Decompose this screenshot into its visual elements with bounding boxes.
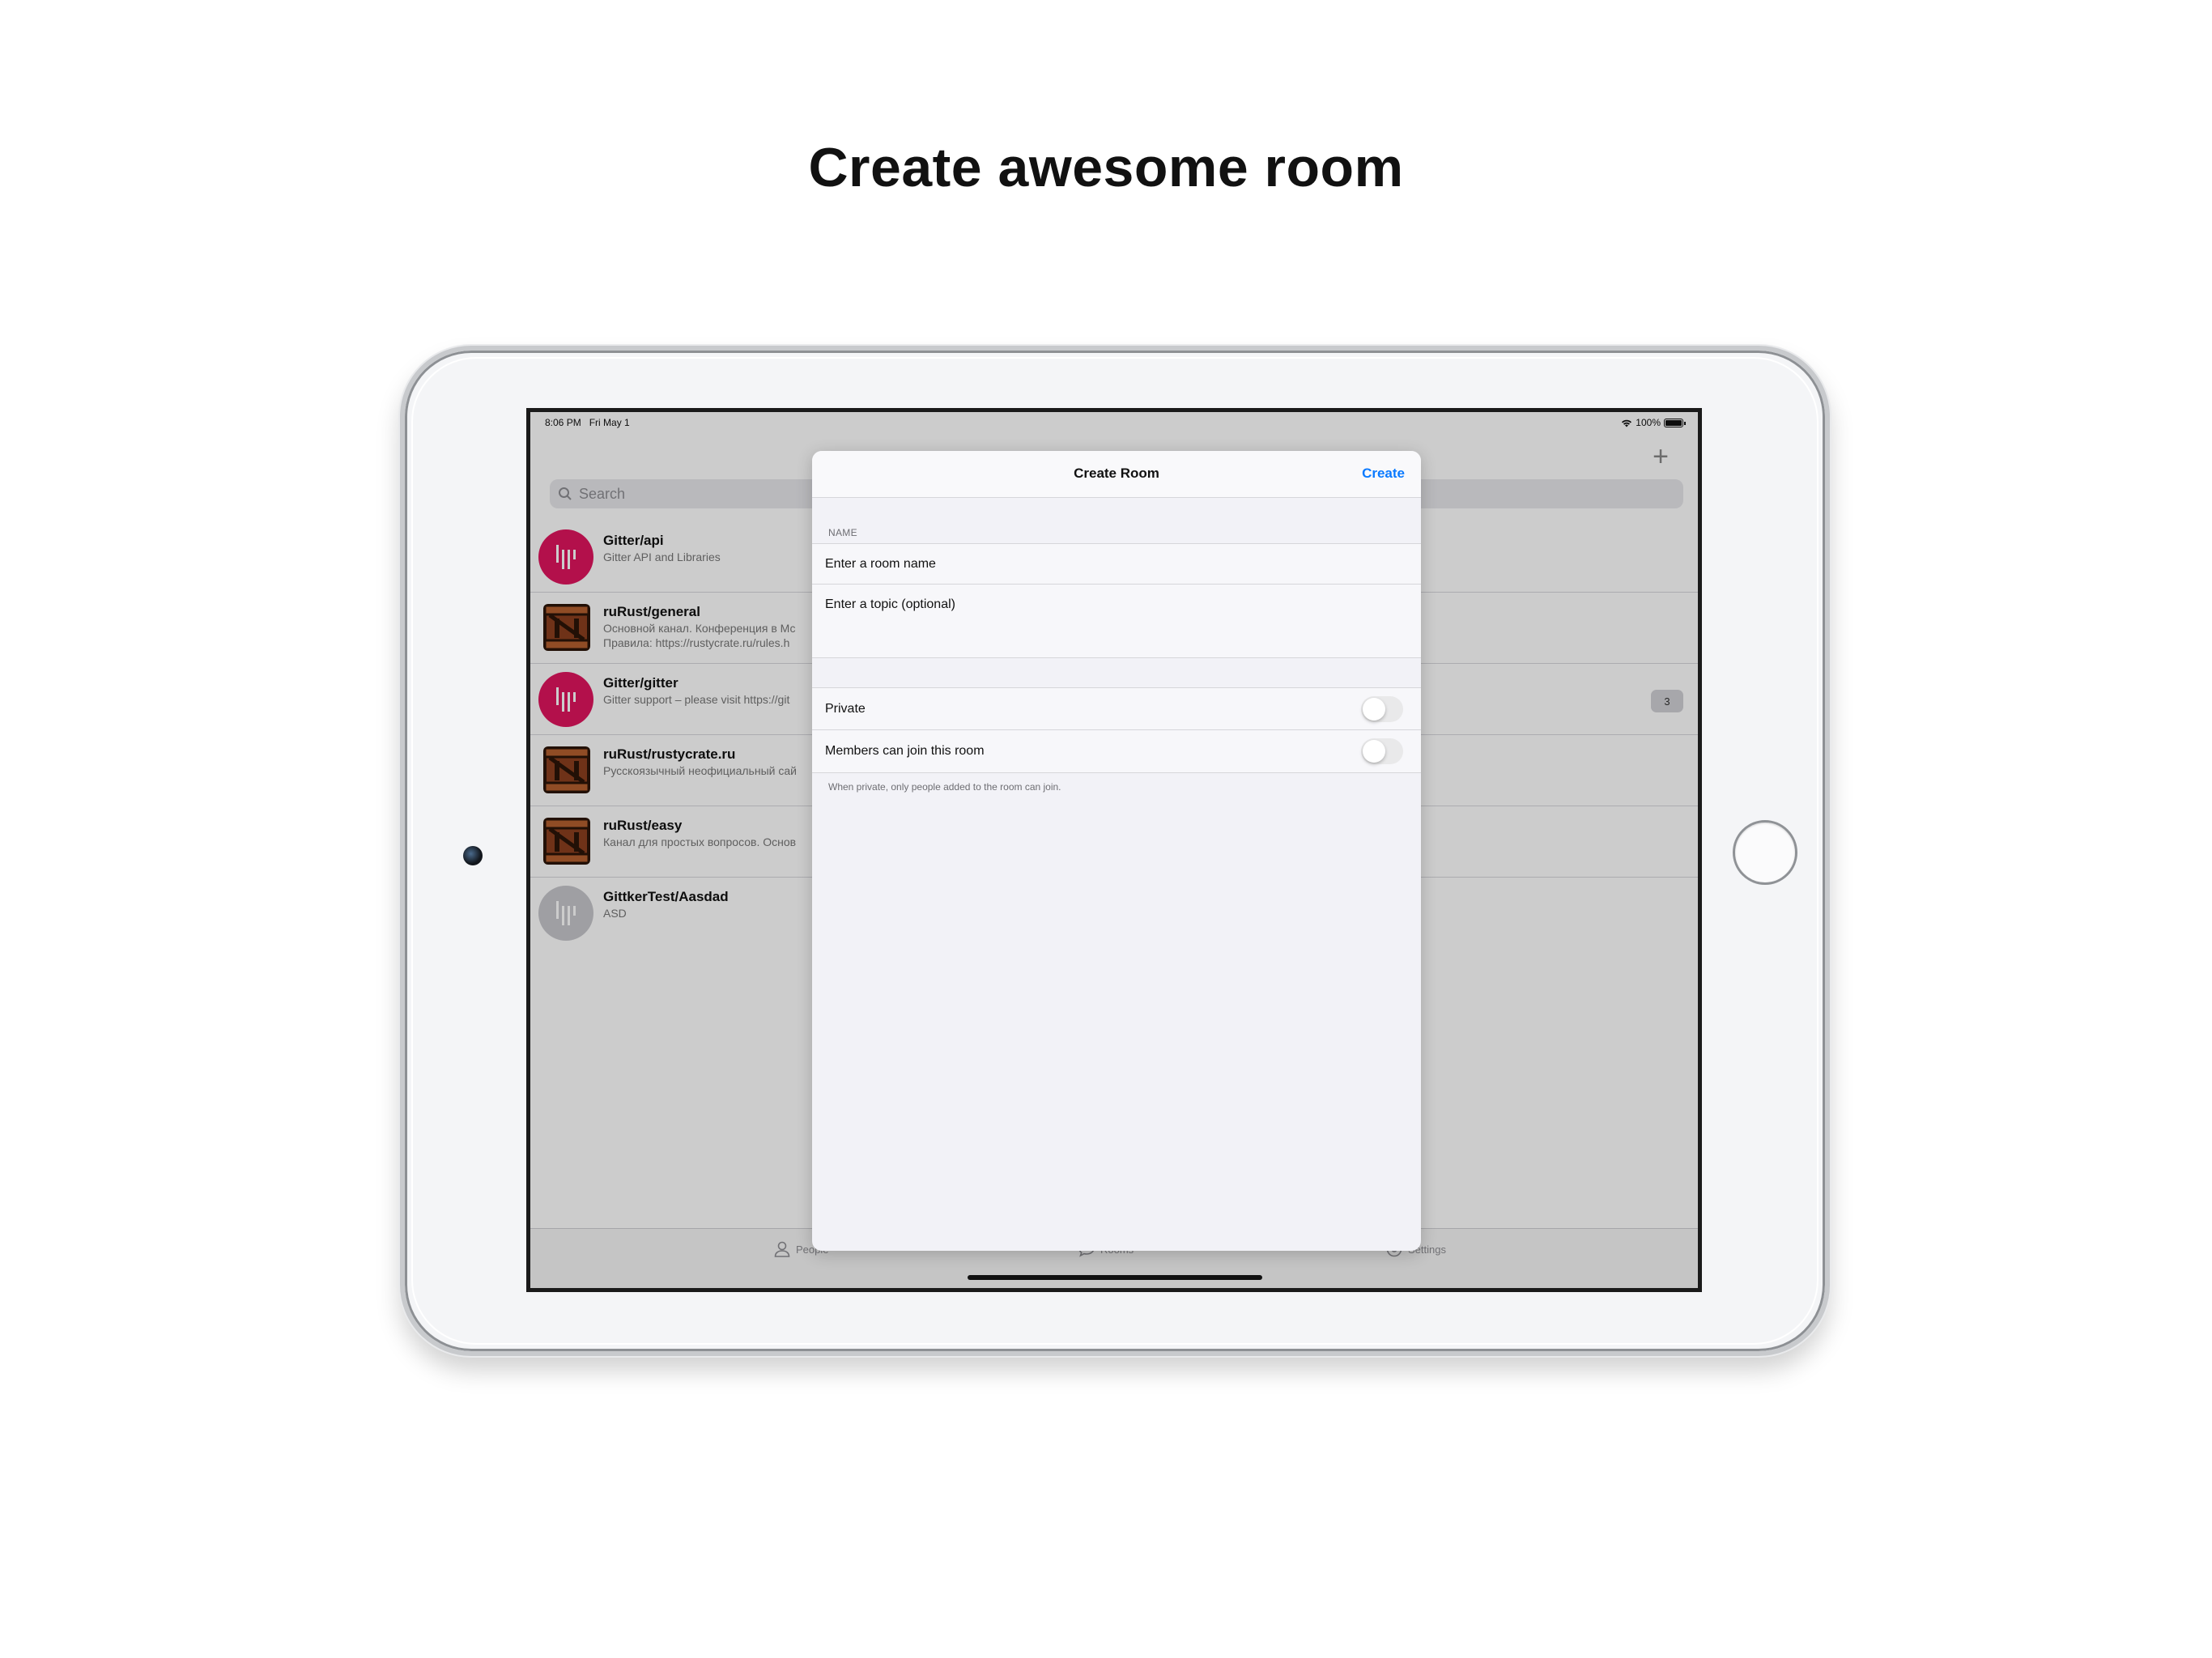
members-join-label: Members can join this room <box>825 744 985 758</box>
options-group: Private Members can join this room <box>812 687 1421 773</box>
members-join-row: Members can join this room <box>812 730 1421 772</box>
home-indicator[interactable] <box>968 1275 1262 1280</box>
create-room-sheet: Create Room Create NAME Enter a room nam… <box>812 451 1421 1251</box>
name-topic-group: Enter a room name Enter a topic (optiona… <box>812 543 1421 658</box>
private-toggle[interactable] <box>1361 695 1403 722</box>
home-button[interactable] <box>1733 820 1797 885</box>
page-headline: Create awesome room <box>808 137 1404 198</box>
ipad-screen: 8:06 PM Fri May 1 100% + Search Gitter/a… <box>526 408 1702 1292</box>
room-name-input[interactable]: Enter a room name <box>812 544 1421 585</box>
section-header-name: NAME <box>828 527 857 538</box>
modal-title: Create Room <box>1074 466 1159 481</box>
members-join-toggle[interactable] <box>1361 738 1403 764</box>
privacy-footer-note: When private, only people added to the r… <box>828 781 1061 793</box>
room-topic-input[interactable]: Enter a topic (optional) <box>812 585 1421 657</box>
create-button[interactable]: Create <box>1362 466 1405 482</box>
private-label: Private <box>825 701 866 716</box>
modal-nav-bar: Create Room Create <box>812 451 1421 498</box>
private-row: Private <box>812 688 1421 730</box>
camera-icon <box>463 846 483 865</box>
